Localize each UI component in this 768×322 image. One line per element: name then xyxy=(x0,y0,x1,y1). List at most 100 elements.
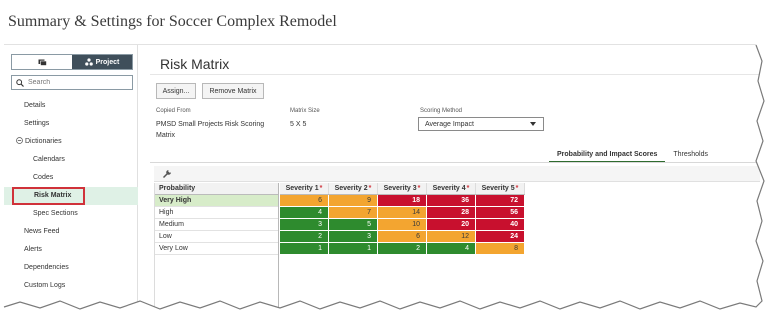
app-frame: Project Details Settings Dictionaries Ca… xyxy=(3,1,768,322)
matrix-cell[interactable]: 4 xyxy=(427,243,476,255)
probability-row-label[interactable]: Medium xyxy=(155,219,278,231)
divider xyxy=(150,74,760,75)
toggle-project-label: Project xyxy=(95,58,120,66)
matrix-cell[interactable]: 18 xyxy=(378,195,427,207)
matrix-cell[interactable]: 12 xyxy=(427,231,476,243)
search-icon xyxy=(16,78,24,87)
probability-column: Probability Very High High Medium Low Very L… xyxy=(155,183,279,307)
sidebar-group-dictionaries[interactable]: Dictionaries xyxy=(4,133,138,151)
matrix-cell[interactable]: 6 xyxy=(378,231,427,243)
wrench-icon[interactable] xyxy=(162,169,172,179)
sidebar-item-risk-matrix[interactable]: Risk Matrix xyxy=(4,187,138,205)
probability-row-label[interactable]: High xyxy=(155,207,278,219)
tab-thresholds[interactable]: Thresholds xyxy=(665,149,716,163)
matrix-cell[interactable]: 2 xyxy=(378,243,427,255)
required-icon: * xyxy=(319,185,323,192)
sidebar-item-codes[interactable]: Codes xyxy=(4,169,138,187)
matrix-size-value: 5 X 5 xyxy=(290,121,307,128)
required-icon: * xyxy=(417,185,421,192)
desktop-icon xyxy=(38,59,47,66)
required-icon: * xyxy=(515,185,519,192)
sidebar-item-dependencies[interactable]: Dependencies xyxy=(4,259,138,277)
collapse-icon[interactable] xyxy=(16,137,23,144)
sidebar-item-calendars[interactable]: Calendars xyxy=(4,151,138,169)
risk-matrix-grid: Probability Very High High Medium Low Very L… xyxy=(154,183,760,307)
sidebar-item-spec-sections[interactable]: Spec Sections xyxy=(4,205,138,223)
sidebar-item-label: Risk Matrix xyxy=(12,187,86,205)
matrix-cell[interactable]: 6 xyxy=(280,195,329,207)
severity-header[interactable]: Severity 2* xyxy=(329,183,378,194)
matrix-cell[interactable]: 20 xyxy=(427,219,476,231)
search-box xyxy=(11,75,133,90)
probability-row-label[interactable]: Very High xyxy=(155,195,278,207)
matrix-cell[interactable]: 24 xyxy=(476,231,525,243)
matrix-cell[interactable]: 5 xyxy=(329,219,378,231)
matrix-cell[interactable]: 72 xyxy=(476,195,525,207)
matrix-cell[interactable]: 28 xyxy=(427,207,476,219)
probability-header: Probability xyxy=(155,183,278,195)
matrix-row: 3 5 10 20 40 xyxy=(280,219,525,231)
severity-header[interactable]: Severity 3* xyxy=(378,183,427,194)
matrix-cell[interactable]: 1 xyxy=(280,243,329,255)
sidebar-nav: Details Settings Dictionaries Calendars … xyxy=(4,97,138,295)
severity-header-label: Severity 2 xyxy=(334,185,368,192)
grid-toolbar xyxy=(154,166,760,182)
chevron-down-icon xyxy=(530,122,536,126)
sidebar-item-alerts[interactable]: Alerts xyxy=(4,241,138,259)
copied-from-value: PMSD Small Projects Risk Scoring Matrix xyxy=(156,121,265,139)
required-icon: * xyxy=(466,185,470,192)
matrix-cell[interactable]: 36 xyxy=(427,195,476,207)
sidebar: Project Details Settings Dictionaries Ca… xyxy=(4,45,138,307)
sidebar-item-news-feed[interactable]: News Feed xyxy=(4,223,138,241)
matrix-cell[interactable]: 1 xyxy=(329,243,378,255)
toggle-workspace[interactable] xyxy=(12,55,72,69)
search-input[interactable] xyxy=(28,79,128,86)
matrix-row: 2 3 6 12 24 xyxy=(280,231,525,243)
sidebar-item-custom-logs[interactable]: Custom Logs xyxy=(4,277,138,295)
matrix-cell[interactable]: 4 xyxy=(280,207,329,219)
matrix-size-label: Matrix Size xyxy=(290,108,320,114)
matrix-row: 11248 xyxy=(280,243,525,255)
matrix-cell[interactable]: 3 xyxy=(329,231,378,243)
assign-button[interactable]: Assign... xyxy=(156,83,196,99)
sidebar-item-settings[interactable]: Settings xyxy=(4,115,138,133)
severity-header-label: Severity 4 xyxy=(432,185,466,192)
matrix-cell[interactable]: 8 xyxy=(476,243,525,255)
matrix-cell[interactable]: 7 xyxy=(329,207,378,219)
copied-from-label: Copied From xyxy=(156,108,191,114)
matrix-row: 6 9 18 36 72 xyxy=(280,195,525,207)
matrix-row: 4 7 14 28 56 xyxy=(280,207,525,219)
main-panel: Risk Matrix Assign... Remove Matrix Copi… xyxy=(150,45,760,307)
tab-bar: Probability and Impact Scores Thresholds xyxy=(549,149,716,163)
view-toggle: Project xyxy=(11,54,133,70)
matrix-cell[interactable]: 3 xyxy=(280,219,329,231)
tab-probability-impact[interactable]: Probability and Impact Scores xyxy=(549,149,666,163)
matrix-cell[interactable]: 56 xyxy=(476,207,525,219)
scoring-method-select[interactable]: Average Impact xyxy=(418,117,544,131)
scoring-method-value: Average Impact xyxy=(425,120,474,128)
matrix-cell[interactable]: 40 xyxy=(476,219,525,231)
matrix-cell[interactable]: 2 xyxy=(280,231,329,243)
remove-matrix-button[interactable]: Remove Matrix xyxy=(202,83,264,99)
toggle-project[interactable]: Project xyxy=(72,55,132,69)
matrix-cell[interactable]: 9 xyxy=(329,195,378,207)
probability-row-label[interactable]: Very Low xyxy=(155,243,278,255)
severity-header[interactable]: Severity 1* xyxy=(280,183,329,194)
sidebar-item-details[interactable]: Details xyxy=(4,97,138,115)
section-title: Risk Matrix xyxy=(160,56,230,72)
severity-header-label: Severity 3 xyxy=(383,185,417,192)
matrix-cell[interactable]: 10 xyxy=(378,219,427,231)
project-icon xyxy=(84,58,93,66)
divider xyxy=(150,162,760,163)
matrix-cell[interactable]: 14 xyxy=(378,207,427,219)
probability-row-label[interactable]: Low xyxy=(155,231,278,243)
required-icon: * xyxy=(368,185,372,192)
severity-header-label: Severity 5 xyxy=(481,185,515,192)
scoring-method-label: Scoring Method xyxy=(420,108,463,114)
page-title: Summary & Settings for Soccer Complex Re… xyxy=(8,13,337,30)
severity-header-label: Severity 1 xyxy=(285,185,319,192)
severity-header[interactable]: Severity 5* xyxy=(476,183,525,194)
severity-header[interactable]: Severity 4* xyxy=(427,183,476,194)
sidebar-group-label: Dictionaries xyxy=(25,138,62,145)
severity-area: Severity 1* Severity 2* Severity 3* Severit… xyxy=(280,183,525,255)
